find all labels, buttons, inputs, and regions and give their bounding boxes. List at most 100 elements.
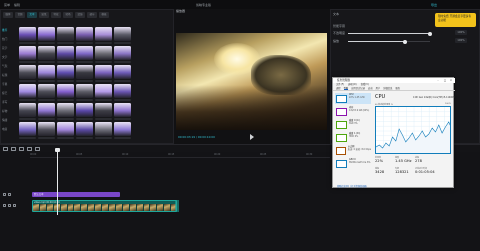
tm-tab[interactable]: 详细信息 <box>383 87 392 90</box>
video-clip[interactable]: video.mp4 00:00:10:00 <box>32 200 177 212</box>
tm-tab[interactable]: 启动 <box>368 87 373 90</box>
resource-item[interactable]: 内存 9.6/15.9 GB (60%) <box>335 106 371 117</box>
sidebar-item[interactable]: 推荐 <box>2 28 16 32</box>
resource-item[interactable]: 磁盘 0 (C:) SSD 3% <box>335 119 371 130</box>
resource-item[interactable]: GPU 0 NVIDIA GeForce 6% <box>335 158 371 169</box>
media-tab[interactable]: 文本 <box>27 12 37 18</box>
media-thumbnail[interactable] <box>76 84 93 98</box>
media-thumbnail[interactable] <box>19 103 36 117</box>
opacity-slider[interactable] <box>348 31 432 36</box>
media-thumbnail[interactable] <box>114 122 131 136</box>
media-thumbnail[interactable] <box>57 27 74 41</box>
media-tab[interactable]: 特效 <box>51 12 61 18</box>
media-thumbnail[interactable] <box>76 46 93 60</box>
opacity-knob[interactable] <box>428 31 432 36</box>
eye-icon[interactable] <box>8 203 11 207</box>
media-thumbnail[interactable] <box>38 46 55 60</box>
media-thumbnail[interactable] <box>76 65 93 79</box>
thumbnail-caption <box>76 61 93 63</box>
media-tab[interactable]: 媒体 <box>3 12 13 18</box>
scale-value[interactable]: 100% <box>455 38 467 43</box>
media-thumbnail[interactable] <box>19 27 36 41</box>
tm-tab[interactable]: 进程 <box>336 87 341 90</box>
select-tool-icon[interactable] <box>3 146 8 151</box>
sidebar-item[interactable]: 标题 <box>2 73 16 77</box>
media-thumbnail[interactable] <box>19 65 36 79</box>
resource-item[interactable]: 磁盘 1 (D:) HDD 0% <box>335 132 371 143</box>
undo-icon[interactable] <box>11 146 16 151</box>
media-thumbnail[interactable] <box>76 122 93 136</box>
export-button[interactable]: 导出 <box>431 3 437 7</box>
media-tab[interactable]: 转场 <box>63 12 73 18</box>
media-thumbnail[interactable] <box>38 122 55 136</box>
split-icon[interactable] <box>27 146 32 151</box>
sidebar-item[interactable]: 手写 <box>2 100 16 104</box>
sidebar-item[interactable]: 花字 <box>2 46 16 50</box>
tm-tab[interactable]: 用户 <box>376 87 381 90</box>
resource-item[interactable]: 以太网 发送: 0 接收: 8.0 Kbps <box>335 145 371 156</box>
redo-icon[interactable] <box>19 146 24 151</box>
media-thumbnail[interactable] <box>57 122 74 136</box>
media-thumbnail[interactable] <box>114 46 131 60</box>
sidebar-item[interactable]: 综艺 <box>2 91 16 95</box>
media-thumbnail[interactable] <box>95 27 112 41</box>
media-thumbnail[interactable] <box>38 84 55 98</box>
lock-icon[interactable] <box>3 203 6 207</box>
media-thumbnail[interactable] <box>114 27 131 41</box>
sidebar-item[interactable]: 情绪 <box>2 118 16 122</box>
resource-monitor-link[interactable]: 简略信息(D) | 打开资源监视器 <box>333 184 455 189</box>
tm-tab[interactable]: 服务 <box>395 87 400 90</box>
menu-button[interactable]: 菜单 <box>4 3 10 7</box>
media-thumbnail[interactable] <box>19 84 36 98</box>
media-thumbnail[interactable] <box>57 46 74 60</box>
media-thumbnail[interactable] <box>76 103 93 117</box>
video-preview[interactable] <box>176 33 327 130</box>
sidebar-item[interactable]: 文字 <box>2 55 16 59</box>
media-thumbnail[interactable] <box>95 103 112 117</box>
media-tab[interactable]: 调节 <box>87 12 97 18</box>
media-thumbnail[interactable] <box>114 103 131 117</box>
media-thumbnail[interactable] <box>95 46 112 60</box>
media-thumbnail[interactable] <box>114 65 131 79</box>
resource-item[interactable]: CPU 22% 1.45 GHz <box>335 93 371 104</box>
scale-knob[interactable] <box>403 39 408 44</box>
media-thumbnail[interactable] <box>19 46 36 60</box>
delete-icon[interactable] <box>35 146 40 151</box>
tm-tab[interactable]: 性能 <box>343 87 349 90</box>
media-tab[interactable]: 滤镜 <box>75 12 85 18</box>
promo-banner[interactable]: 限时免费 开通会员享更多专业功能 <box>435 13 476 27</box>
sidebar-item[interactable]: 好物 <box>2 109 16 113</box>
sidebar-item[interactable]: 气泡 <box>2 64 16 68</box>
media-thumbnail[interactable] <box>38 103 55 117</box>
edit-menu[interactable]: 编辑 <box>14 3 20 7</box>
lock-icon[interactable] <box>3 192 6 196</box>
media-thumbnail[interactable] <box>57 65 74 79</box>
clip-frame <box>39 204 47 211</box>
timeline-ruler[interactable]: 00:00 00:05 00:10 00:15 00:20 00:25 00:30 <box>30 152 330 158</box>
tm-tab[interactable]: 应用历史记录 <box>351 87 365 90</box>
media-thumbnail[interactable] <box>95 84 112 98</box>
sidebar-item[interactable]: 字幕 <box>2 82 16 86</box>
eye-icon[interactable] <box>8 192 11 196</box>
scale-slider[interactable] <box>348 39 430 44</box>
media-thumbnail[interactable] <box>38 65 55 79</box>
media-thumbnail[interactable] <box>114 84 131 98</box>
video-clip-handle[interactable] <box>175 200 179 212</box>
media-thumbnail[interactable] <box>57 103 74 117</box>
sidebar-item[interactable]: 电商 <box>2 127 16 131</box>
media-thumbnail[interactable] <box>19 122 36 136</box>
media-thumbnail[interactable] <box>95 65 112 79</box>
media-thumbnail[interactable] <box>57 84 74 98</box>
media-tab[interactable]: 音频 <box>15 12 25 18</box>
text-clip[interactable]: 默认文本 <box>32 192 120 197</box>
media-thumbnail[interactable] <box>76 27 93 41</box>
sidebar-item[interactable]: 热门 <box>2 37 16 41</box>
media-tab[interactable]: 贴纸 <box>39 12 49 18</box>
mute-icon[interactable] <box>13 203 16 207</box>
playhead[interactable] <box>57 150 58 215</box>
play-icon[interactable] <box>250 134 254 140</box>
media-thumbnail[interactable] <box>95 122 112 136</box>
media-thumbnail[interactable] <box>38 27 55 41</box>
media-tab[interactable]: 模板 <box>99 12 109 18</box>
opacity-value[interactable]: 100% <box>455 30 467 35</box>
